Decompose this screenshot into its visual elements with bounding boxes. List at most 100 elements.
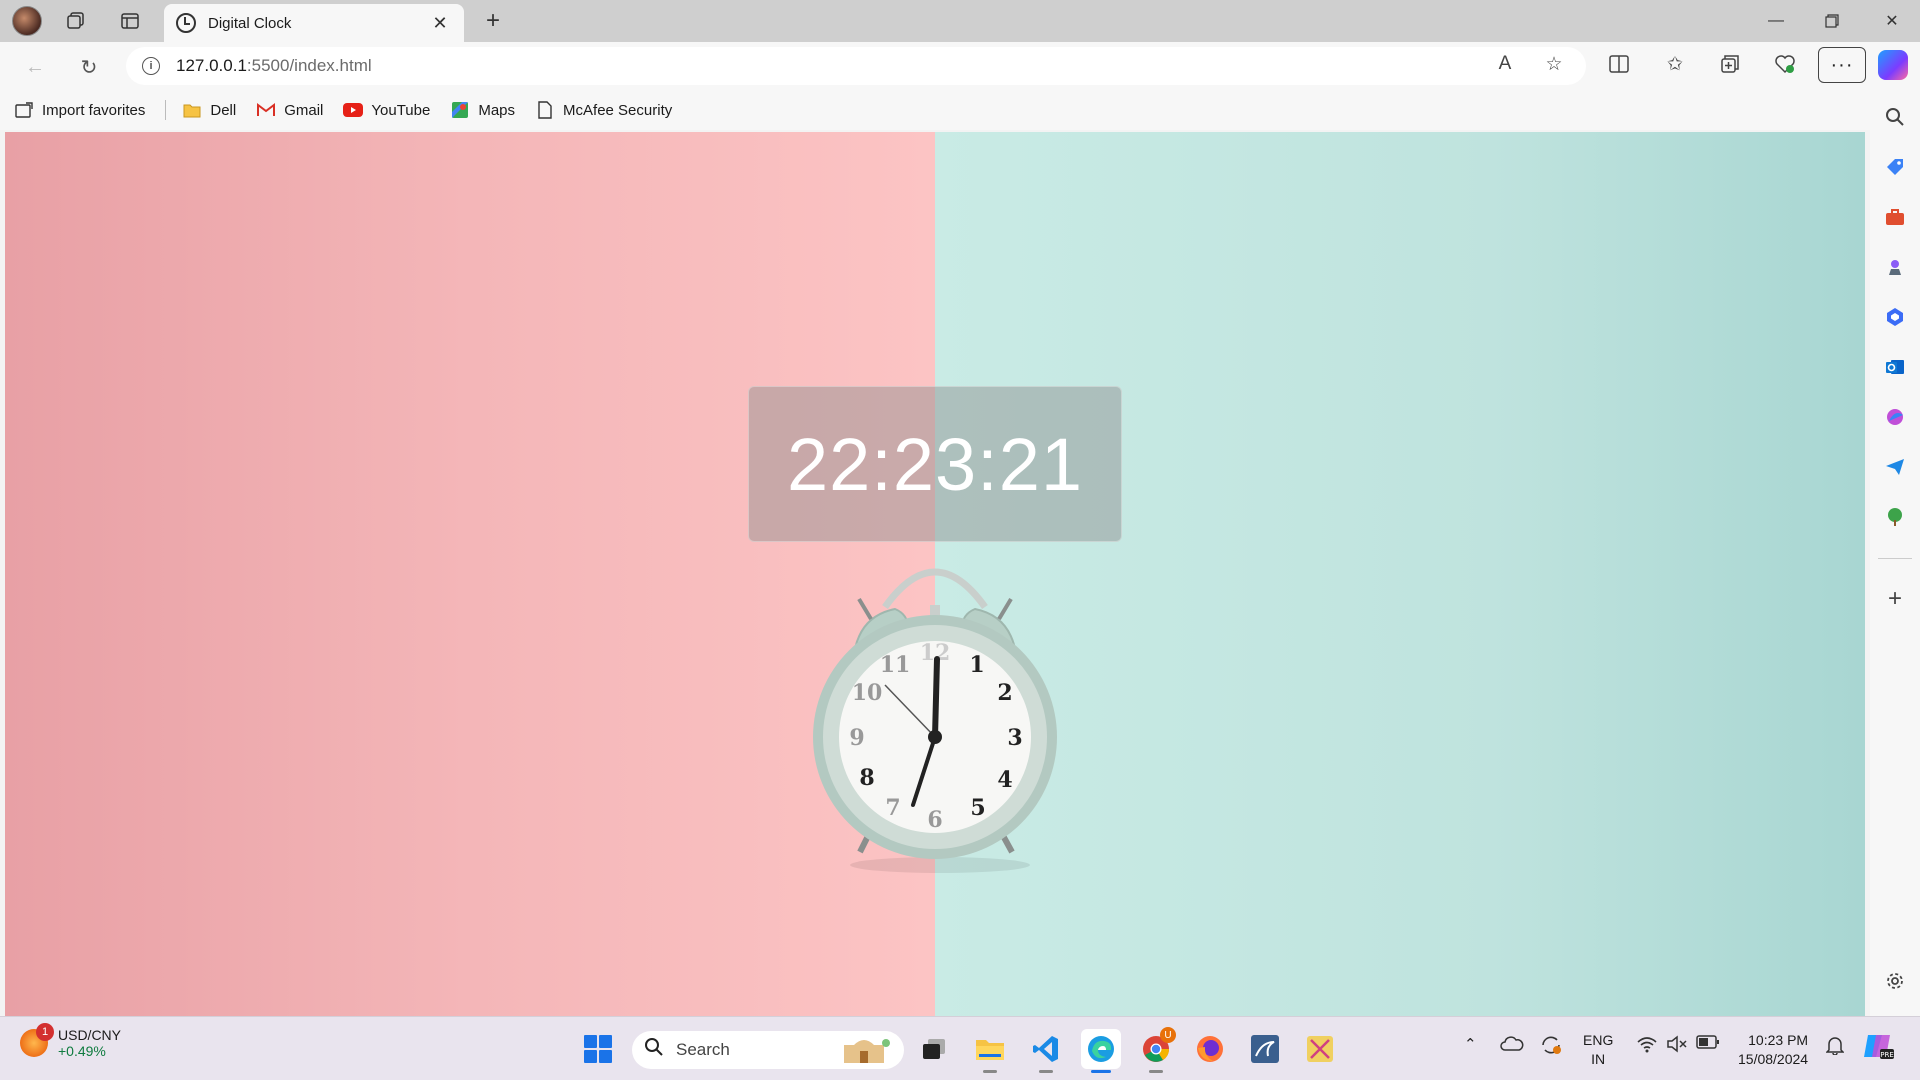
running-indicator <box>1039 1070 1053 1073</box>
search-highlight-icon <box>844 1039 890 1063</box>
close-tab-icon[interactable]: ✕ <box>428 13 452 34</box>
show-hidden-icons[interactable]: ⌃ <box>1464 1035 1477 1053</box>
refresh-icon[interactable]: ↻ <box>72 50 106 84</box>
windows-taskbar: 1 USD/CNY +0.49% Search U ⌃ ENG IN 10:23… <box>0 1016 1920 1080</box>
search-icon[interactable] <box>1880 102 1910 132</box>
system-time: 10:23 PM <box>1748 1032 1809 1048</box>
outlook-icon[interactable] <box>1880 352 1910 382</box>
close-window-icon[interactable]: ✕ <box>1864 0 1920 42</box>
battery-icon[interactable] <box>1696 1035 1720 1053</box>
new-tab-button[interactable]: + <box>478 6 508 36</box>
minimize-icon[interactable]: — <box>1748 0 1804 42</box>
volume-muted-icon[interactable] <box>1666 1035 1688 1057</box>
file-explorer-button[interactable] <box>970 1029 1010 1073</box>
system-date: 15/08/2024 <box>1738 1051 1809 1067</box>
favorite-label: Gmail <box>284 101 324 119</box>
profile-avatar[interactable] <box>12 6 42 36</box>
tools-icon[interactable] <box>1880 202 1910 232</box>
favorite-gmail[interactable]: Gmail <box>256 101 323 119</box>
language-indicator[interactable]: ENG IN <box>1583 1031 1613 1069</box>
page-viewport: 22:23:21 12 1 2 3 4 5 6 7 8 9 10 11 <box>5 132 1865 1016</box>
favorites-icon[interactable]: ✩ <box>1658 47 1692 81</box>
import-icon <box>14 101 34 119</box>
svg-text:4: 4 <box>997 767 1012 793</box>
folder-icon <box>182 101 202 119</box>
favorites-divider <box>165 100 167 120</box>
games-icon[interactable] <box>1880 252 1910 282</box>
address-bar[interactable]: i 127.0.0.1:5500/index.html <box>126 47 1586 85</box>
language-code: ENG <box>1583 1032 1614 1048</box>
chrome-profile-badge: U <box>1160 1027 1176 1043</box>
browser-essentials-icon[interactable] <box>1768 47 1802 81</box>
wifi-icon[interactable] <box>1636 1035 1658 1057</box>
vertical-tabs-icon[interactable] <box>114 6 146 36</box>
read-aloud-icon[interactable]: A <box>1488 47 1522 81</box>
search-icon <box>644 1037 664 1063</box>
settings-and-more-button[interactable]: ··· <box>1818 47 1866 83</box>
digital-clock-time: 22:23:21 <box>786 422 1084 506</box>
alarm-clock-image: 12 1 2 3 4 5 6 7 8 9 10 11 <box>813 568 1057 873</box>
start-button[interactable] <box>578 1029 618 1069</box>
favorite-label: Dell <box>210 101 237 119</box>
back-icon[interactable]: ← <box>18 50 52 84</box>
svg-text:10: 10 <box>852 680 883 706</box>
svg-text:2: 2 <box>997 680 1012 706</box>
collections-icon[interactable] <box>1713 47 1747 81</box>
widget-value: +0.49% <box>58 1043 106 1059</box>
microsoft-365-icon[interactable] <box>1880 302 1910 332</box>
svg-text:7: 7 <box>885 795 900 821</box>
designer-icon[interactable] <box>1880 402 1910 432</box>
stock-widget-icon: 1 <box>20 1023 54 1057</box>
favorite-dell[interactable]: Dell <box>182 101 236 119</box>
active-tab[interactable]: Digital Clock ✕ <box>164 4 464 42</box>
favorite-mcafee[interactable]: McAfee Security <box>535 101 672 119</box>
copilot-icon[interactable] <box>1878 50 1908 80</box>
maps-icon <box>450 101 470 119</box>
favorite-star-icon[interactable]: ☆ <box>1537 47 1571 81</box>
windows-logo-icon <box>584 1035 612 1063</box>
widget-badge: 1 <box>36 1023 54 1041</box>
edge-button[interactable] <box>1081 1029 1121 1073</box>
favorite-label: Maps <box>478 101 516 119</box>
widgets-stock[interactable]: 1 USD/CNY +0.49% <box>20 1023 122 1059</box>
address-bar-row: ← ↻ i 127.0.0.1:5500/index.html A ☆ ✩ ··… <box>0 42 1920 90</box>
task-view-button[interactable] <box>914 1029 954 1069</box>
sync-icon[interactable] <box>1540 1035 1562 1059</box>
shopping-tag-icon[interactable] <box>1880 152 1910 182</box>
sidebar-divider <box>1878 558 1912 559</box>
gmail-icon <box>256 101 276 119</box>
widget-title: USD/CNY <box>58 1027 122 1043</box>
region-code: IN <box>1591 1051 1606 1067</box>
url-path: :5500/index.html <box>246 56 372 75</box>
tab-title: Digital Clock <box>208 14 292 32</box>
favorite-maps[interactable]: Maps <box>450 101 515 119</box>
add-icon[interactable]: + <box>1880 584 1910 614</box>
favorite-import[interactable]: Import favorites <box>14 101 145 119</box>
vscode-button[interactable] <box>1026 1029 1066 1073</box>
favorite-label: Import favorites <box>42 101 146 119</box>
send-icon[interactable] <box>1880 452 1910 482</box>
youtube-icon <box>343 101 364 119</box>
split-screen-icon[interactable] <box>1602 47 1636 81</box>
snipping-tool-button[interactable] <box>1300 1029 1340 1069</box>
copilot-taskbar-icon[interactable]: PRE <box>1862 1031 1894 1065</box>
workspaces-icon[interactable] <box>60 6 92 36</box>
tree-icon[interactable] <box>1880 502 1910 532</box>
onedrive-icon[interactable] <box>1500 1035 1524 1055</box>
svg-text:6: 6 <box>927 807 942 833</box>
taskbar-search[interactable]: Search <box>632 1031 904 1069</box>
svg-text:1: 1 <box>969 652 984 678</box>
site-info-icon[interactable]: i <box>142 57 160 75</box>
favorites-bar: Import favorites Dell Gmail YouTube Maps… <box>0 90 1920 130</box>
favorite-youtube[interactable]: YouTube <box>343 101 430 119</box>
favorite-label: YouTube <box>371 101 431 119</box>
system-clock[interactable]: 10:23 PM 15/08/2024 <box>1738 1031 1808 1069</box>
chrome-button[interactable]: U <box>1136 1027 1176 1073</box>
restore-icon[interactable] <box>1804 0 1860 42</box>
firefox-button[interactable] <box>1190 1029 1230 1069</box>
mysql-workbench-button[interactable] <box>1245 1029 1285 1069</box>
svg-text:3: 3 <box>1007 725 1022 751</box>
gear-icon[interactable] <box>1880 966 1910 996</box>
notifications-bell-icon[interactable] <box>1825 1035 1845 1059</box>
url-host: 127.0.0.1 <box>176 56 247 75</box>
